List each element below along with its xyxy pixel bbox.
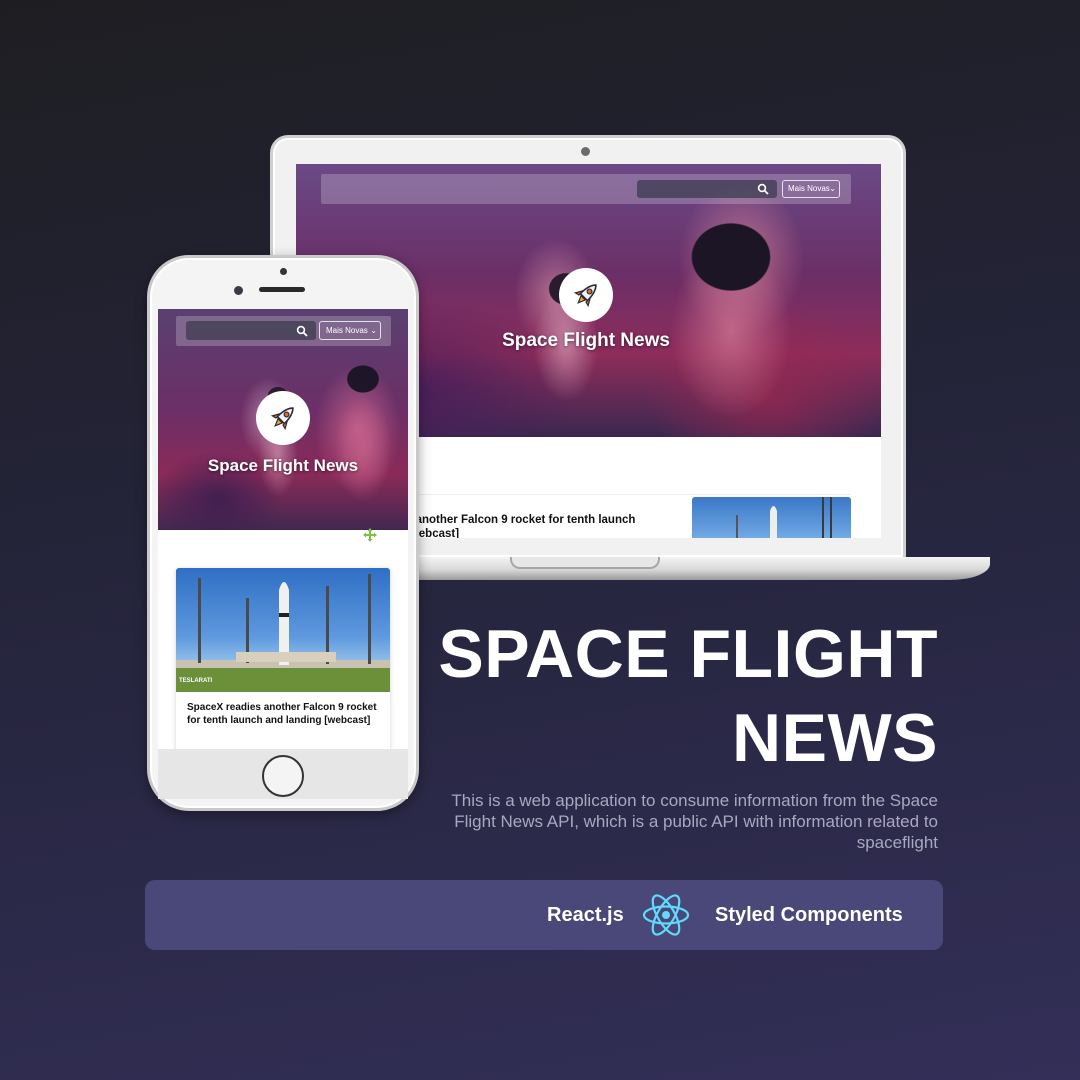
chevron-down-icon: ⌄ — [829, 184, 836, 193]
article-card[interactable]: s another Falcon 9 rocket for tenth laun… — [406, 494, 851, 538]
astronaut-image — [323, 349, 403, 529]
chevron-down-icon: ⌄ — [370, 326, 377, 335]
search-icon[interactable] — [757, 182, 769, 200]
search-input[interactable] — [186, 321, 316, 340]
react-icon — [640, 892, 692, 943]
hero-banner: Mais Novas ⌄ Space Flight News — [158, 309, 408, 530]
article-image[interactable] — [692, 497, 851, 538]
phone-screen: Mais Novas ⌄ Space Flight News TESLARATI… — [158, 309, 408, 749]
move-cursor-icon — [362, 527, 378, 548]
sort-select[interactable]: Mais Novas ⌄ — [782, 180, 840, 198]
image-watermark: TESLARATI — [179, 678, 213, 684]
search-input[interactable] — [637, 180, 777, 198]
search-icon[interactable] — [296, 324, 308, 342]
laptop-camera — [581, 147, 590, 156]
headline-line-2: NEWS — [732, 700, 938, 776]
description: This is a web application to consume inf… — [451, 791, 938, 852]
top-bar: Mais Novas ⌄ — [176, 316, 391, 346]
tech-stack-bar: React.js Styled Components — [145, 880, 943, 950]
headline-line-1: SPACE FLIGHT — [438, 616, 938, 692]
article-card[interactable]: TESLARATI SpaceX readies another Falcon … — [176, 568, 390, 749]
sort-select-value: Mais Novas — [788, 184, 830, 193]
rocket-icon — [559, 268, 613, 322]
astronaut-image — [646, 182, 816, 442]
laptop-notch — [510, 557, 660, 569]
rocket-icon — [256, 391, 310, 445]
top-bar: Mais Novas ⌄ — [321, 174, 851, 204]
sort-select-value: Mais Novas — [326, 326, 368, 335]
app-title: Space Flight News — [502, 330, 670, 351]
phone-sensor — [280, 268, 287, 275]
article-title[interactable]: SpaceX readies another Falcon 9 rocket f… — [187, 702, 382, 727]
phone-speaker — [259, 287, 305, 292]
tech-styled-components-label: Styled Components — [715, 904, 903, 926]
article-image[interactable]: TESLARATI — [176, 568, 390, 692]
app-title: Space Flight News — [207, 456, 359, 475]
home-button[interactable] — [262, 755, 304, 797]
phone-camera — [234, 286, 243, 295]
article-title[interactable]: s another Falcon 9 rocket for tenth laun… — [406, 513, 666, 538]
tech-react-label: React.js — [547, 904, 624, 926]
headline: SPACE FLIGHT NEWS — [418, 612, 938, 780]
sort-select[interactable]: Mais Novas ⌄ — [319, 321, 381, 340]
